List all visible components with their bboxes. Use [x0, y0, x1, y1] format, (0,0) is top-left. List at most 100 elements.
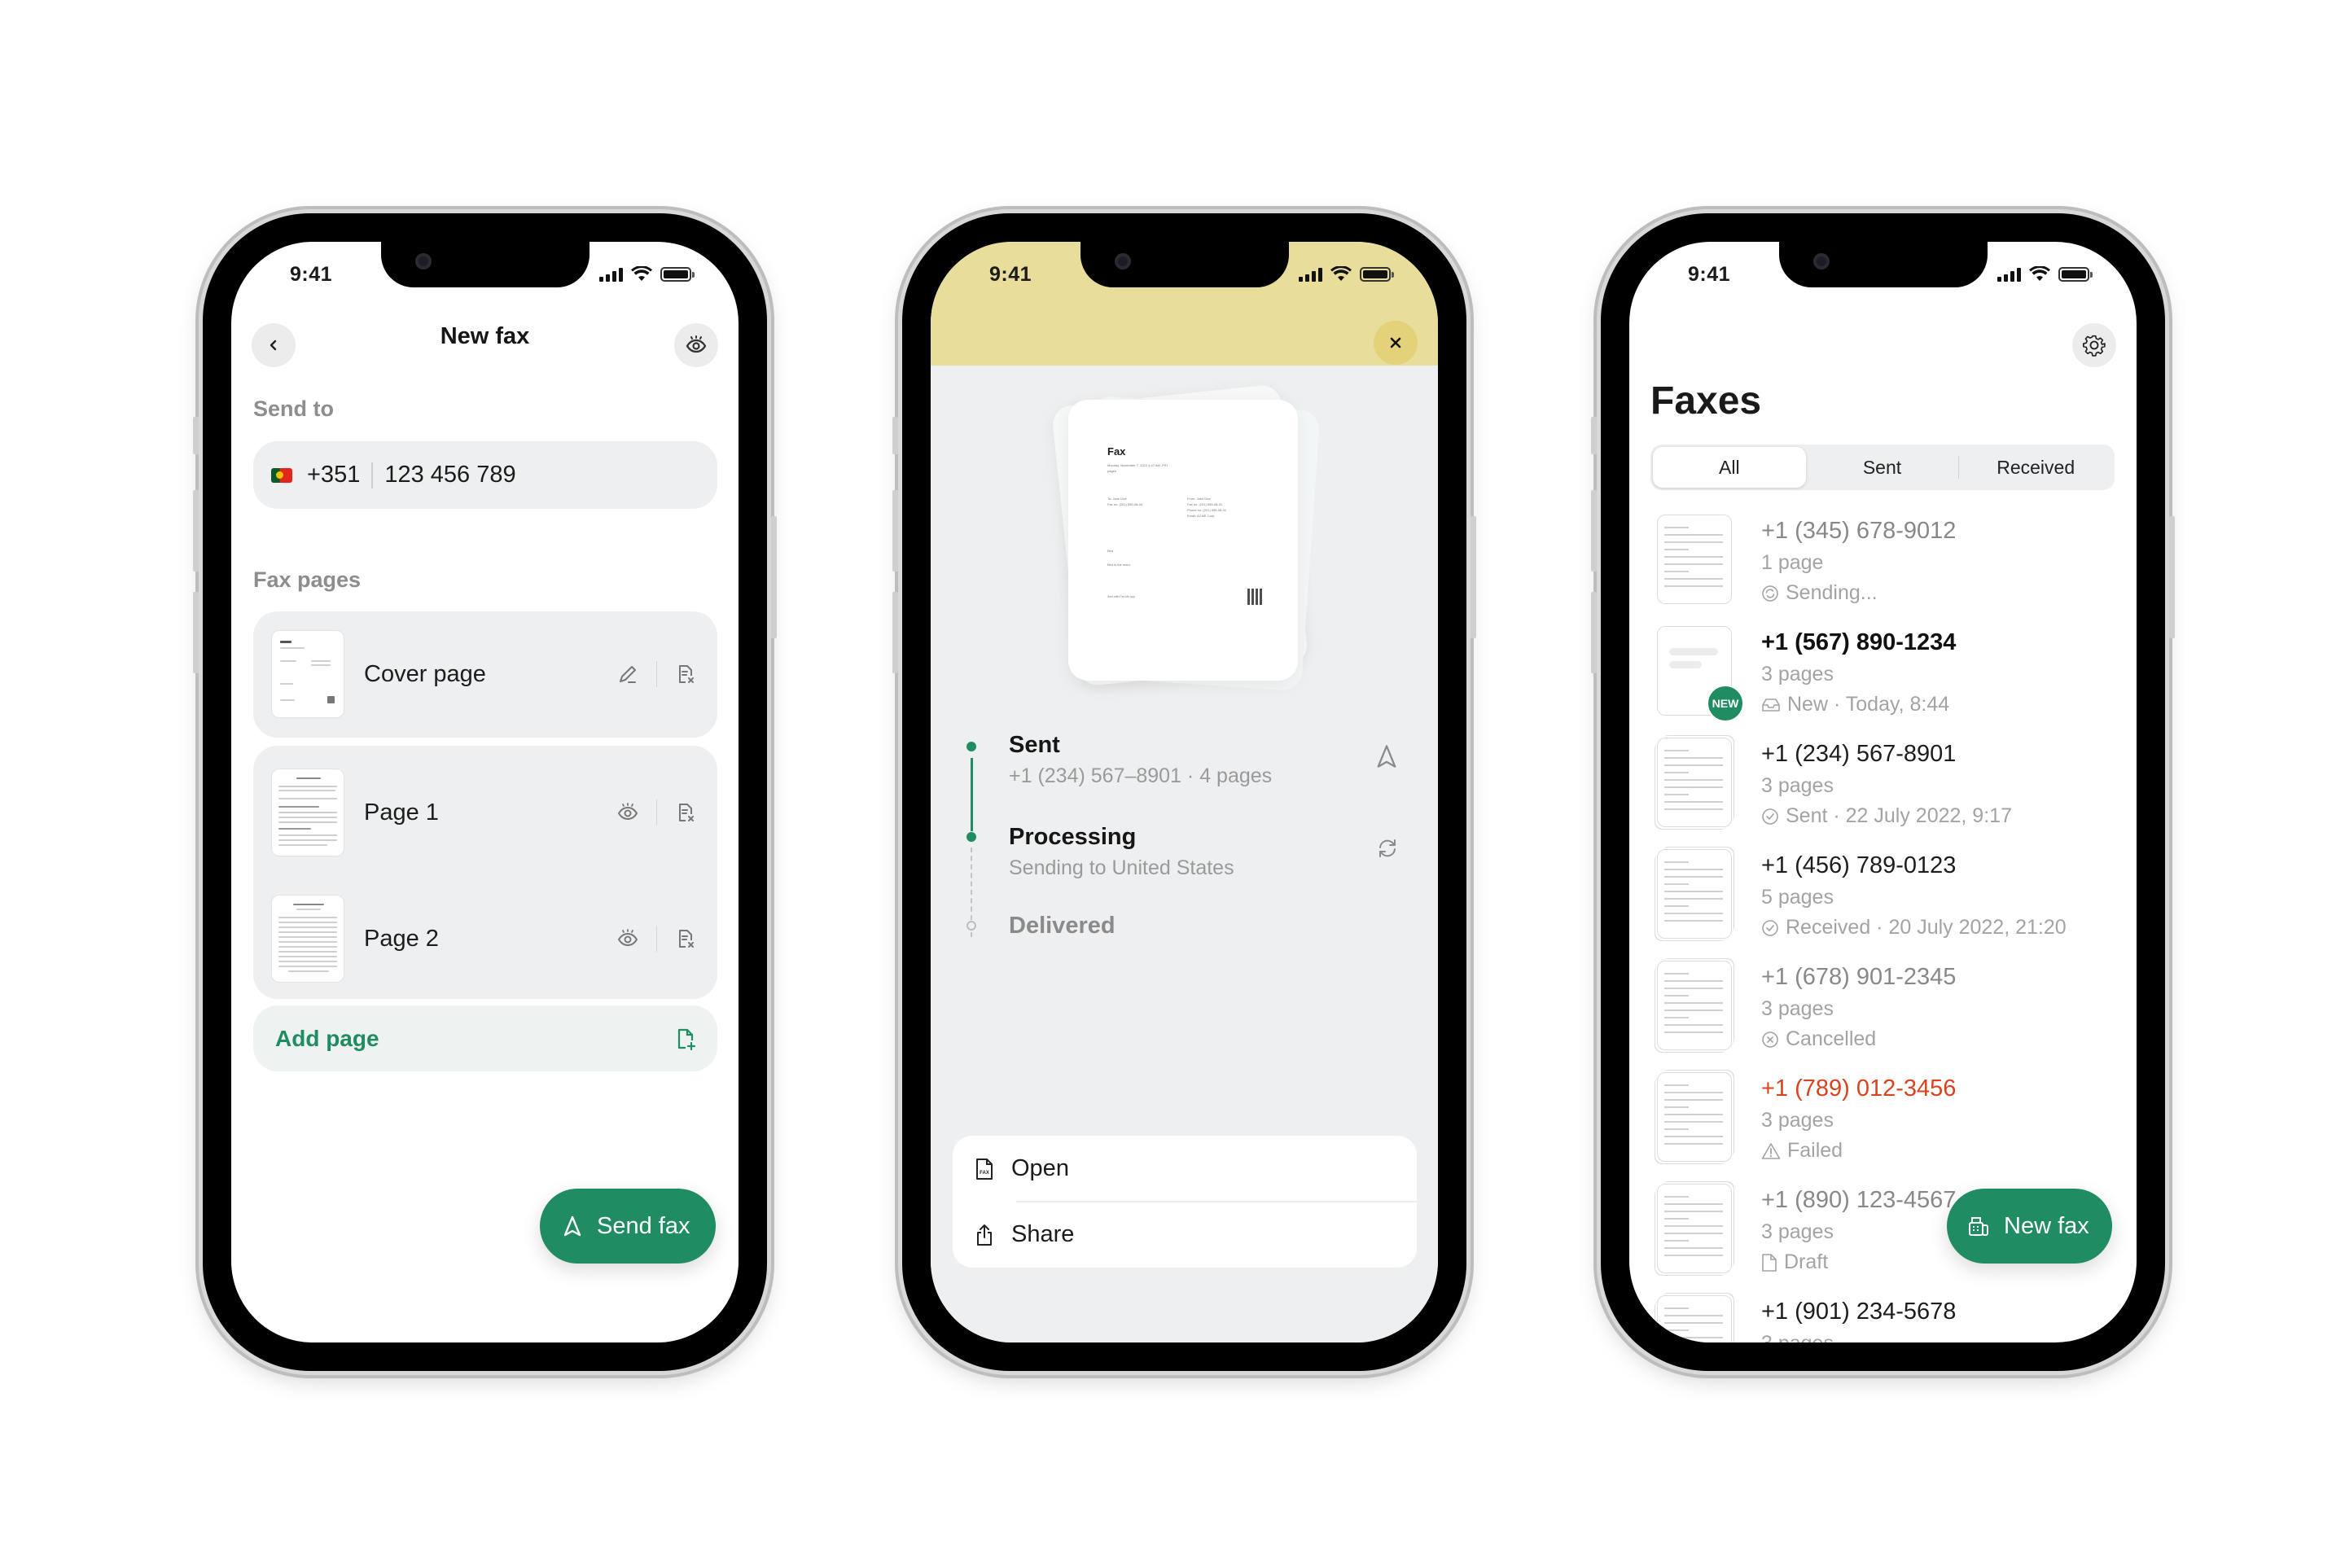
wifi-icon [1330, 266, 1352, 281]
mute-switch [892, 417, 898, 454]
battery-icon [660, 266, 695, 282]
wifi-icon [2029, 266, 2050, 281]
power-button [1471, 516, 1476, 638]
page-name: Page 1 [364, 799, 439, 826]
page-2-thumbnail[interactable] [271, 895, 344, 983]
fax-thumbnail[interactable] [1657, 738, 1732, 827]
fax-list-item[interactable]: +1 (456) 789-0123 5 pages Received · 20 Ju… [1629, 849, 2137, 960]
preview-pages: pages [1107, 469, 1116, 473]
fax-status-text: Received · 20 July 2022, 21:20 [1786, 916, 2067, 939]
actions-card: FAX Open Share [953, 1136, 1417, 1268]
timeline-line-done [971, 758, 973, 831]
send-fax-button[interactable]: Send fax [540, 1189, 717, 1264]
fax-list-item[interactable]: +1 (234) 567-8901 3 pages Sent · 22 July 2… [1629, 738, 2137, 848]
remove-page-button[interactable] [667, 655, 704, 693]
fax-pages-label: Fax pages [253, 567, 362, 592]
tab-sent[interactable]: Sent [1806, 447, 1959, 488]
fax-list-item[interactable]: +1 (901) 234-5678 3 pages [1629, 1295, 2137, 1342]
country-code[interactable]: +351 [307, 462, 360, 488]
fax-status-text: New · Today, 8:44 [1787, 693, 1950, 716]
fax-status: Draft [1761, 1250, 1828, 1274]
fax-thumbnail[interactable] [1657, 1184, 1732, 1273]
share-action[interactable]: Share [953, 1202, 1417, 1268]
view-page-button[interactable] [609, 920, 647, 957]
fax-number: +1 (456) 789-0123 [1761, 852, 1957, 878]
send-icon [563, 1215, 581, 1237]
fax-status-text: Sending... [1786, 581, 1878, 604]
page-title: New fax [440, 323, 530, 349]
fax-status: Failed [1761, 1139, 1843, 1163]
sending-icon [1761, 585, 1779, 602]
fax-number: +1 (678) 901-2345 [1761, 964, 1957, 990]
open-label: Open [1011, 1155, 1069, 1181]
tab-all[interactable]: All [1653, 447, 1806, 488]
fax-number: +1 (901) 234-5678 [1761, 1299, 1957, 1325]
fax-status: Sent · 22 July 2022, 9:17 [1761, 804, 2012, 828]
phone-number-value[interactable]: 123 456 789 [384, 462, 515, 488]
view-page-button[interactable] [609, 794, 647, 831]
camera [1813, 253, 1830, 269]
page-title: Faxes [1650, 379, 1762, 423]
inbox-icon [1761, 697, 1781, 713]
add-page-button[interactable]: Add page [253, 1005, 717, 1071]
fax-list-item[interactable]: +1 (678) 901-2345 3 pages Cancelled [1629, 961, 2137, 1071]
fax-list-item[interactable]: +1 (345) 678-9012 1 page Sending... [1629, 515, 2137, 625]
fax-status-text: Failed [1787, 1139, 1843, 1162]
divider [656, 926, 657, 952]
fax-thumbnail[interactable] [1657, 849, 1732, 939]
page-row[interactable]: Cover page [253, 628, 717, 720]
volume-down-button [892, 592, 898, 673]
gear-icon [2083, 335, 2106, 357]
portugal-flag-icon[interactable] [271, 467, 292, 483]
open-action[interactable]: FAX Open [953, 1136, 1417, 1202]
tab-received[interactable]: Received [1959, 447, 2112, 488]
phone-number-field[interactable]: +351 123 456 789 [253, 441, 717, 509]
volume-up-button [193, 490, 199, 572]
fax-list-item[interactable]: NEW +1 (567) 890-1234 3 pages New · Today, … [1629, 626, 2137, 737]
edit-icon [620, 666, 636, 683]
volume-down-button [193, 592, 199, 673]
volume-down-button [1591, 592, 1597, 673]
add-page-label: Add page [275, 1025, 379, 1051]
battery-icon [1360, 266, 1394, 282]
fax-pages: 3 pages [1761, 1220, 1834, 1243]
page-row[interactable]: Page 2 [253, 892, 717, 985]
timeline-dot-processing [966, 832, 976, 842]
timeline-dot-sent [966, 742, 976, 751]
fax-thumbnail[interactable] [1657, 515, 1732, 604]
new-badge: NEW [1707, 685, 1744, 722]
fax-list-item[interactable]: +1 (789) 012-3456 3 pages Failed [1629, 1072, 2137, 1183]
remove-page-icon [679, 930, 694, 948]
preview-from: From: John Doe Fax no: (201) 555-08-01 Pho… [1187, 497, 1227, 518]
send-fax-label: Send fax [597, 1212, 690, 1239]
wifi-icon [631, 266, 652, 281]
divider [656, 661, 657, 687]
preview-body: Bird is the word. [1107, 563, 1131, 567]
volume-up-button [892, 490, 898, 572]
cover-page-card: Cover page [253, 611, 717, 738]
edit-button[interactable] [609, 655, 647, 693]
fax-thumbnail[interactable] [1657, 961, 1732, 1050]
new-fax-label: New fax [2004, 1212, 2089, 1239]
fax-thumbnail[interactable] [1657, 1295, 1732, 1342]
preview-subject: Bird [1107, 549, 1114, 553]
fax-thumbnail[interactable] [1657, 1072, 1732, 1162]
eye-icon [617, 929, 638, 947]
cover-page-thumbnail[interactable] [271, 630, 344, 718]
divider [371, 462, 374, 488]
remove-page-button[interactable] [667, 920, 704, 957]
notch [1779, 242, 1988, 287]
step-subtitle: Sending to United States [1009, 856, 1234, 879]
phone-faxes-list: 9:41 Faxes All Sent Received +1 (345) 67… [1591, 213, 2175, 1371]
page-row[interactable]: Page 1 [253, 766, 717, 859]
page-1-thumbnail[interactable] [271, 769, 344, 856]
preview-button[interactable] [674, 323, 718, 367]
remove-page-button[interactable] [667, 794, 704, 831]
settings-button[interactable] [2072, 323, 2116, 367]
close-button[interactable] [1374, 321, 1418, 365]
screen: 9:41 New fax Send to +351 123 456 789 Fa… [231, 242, 739, 1342]
new-fax-button[interactable]: New fax [1947, 1189, 2112, 1264]
fax-preview[interactable]: Fax Monday, November 7, 2022 4:47 AM, PS… [1068, 400, 1298, 681]
status-time: 9:41 [1688, 263, 1731, 286]
remove-page-icon [679, 665, 694, 683]
